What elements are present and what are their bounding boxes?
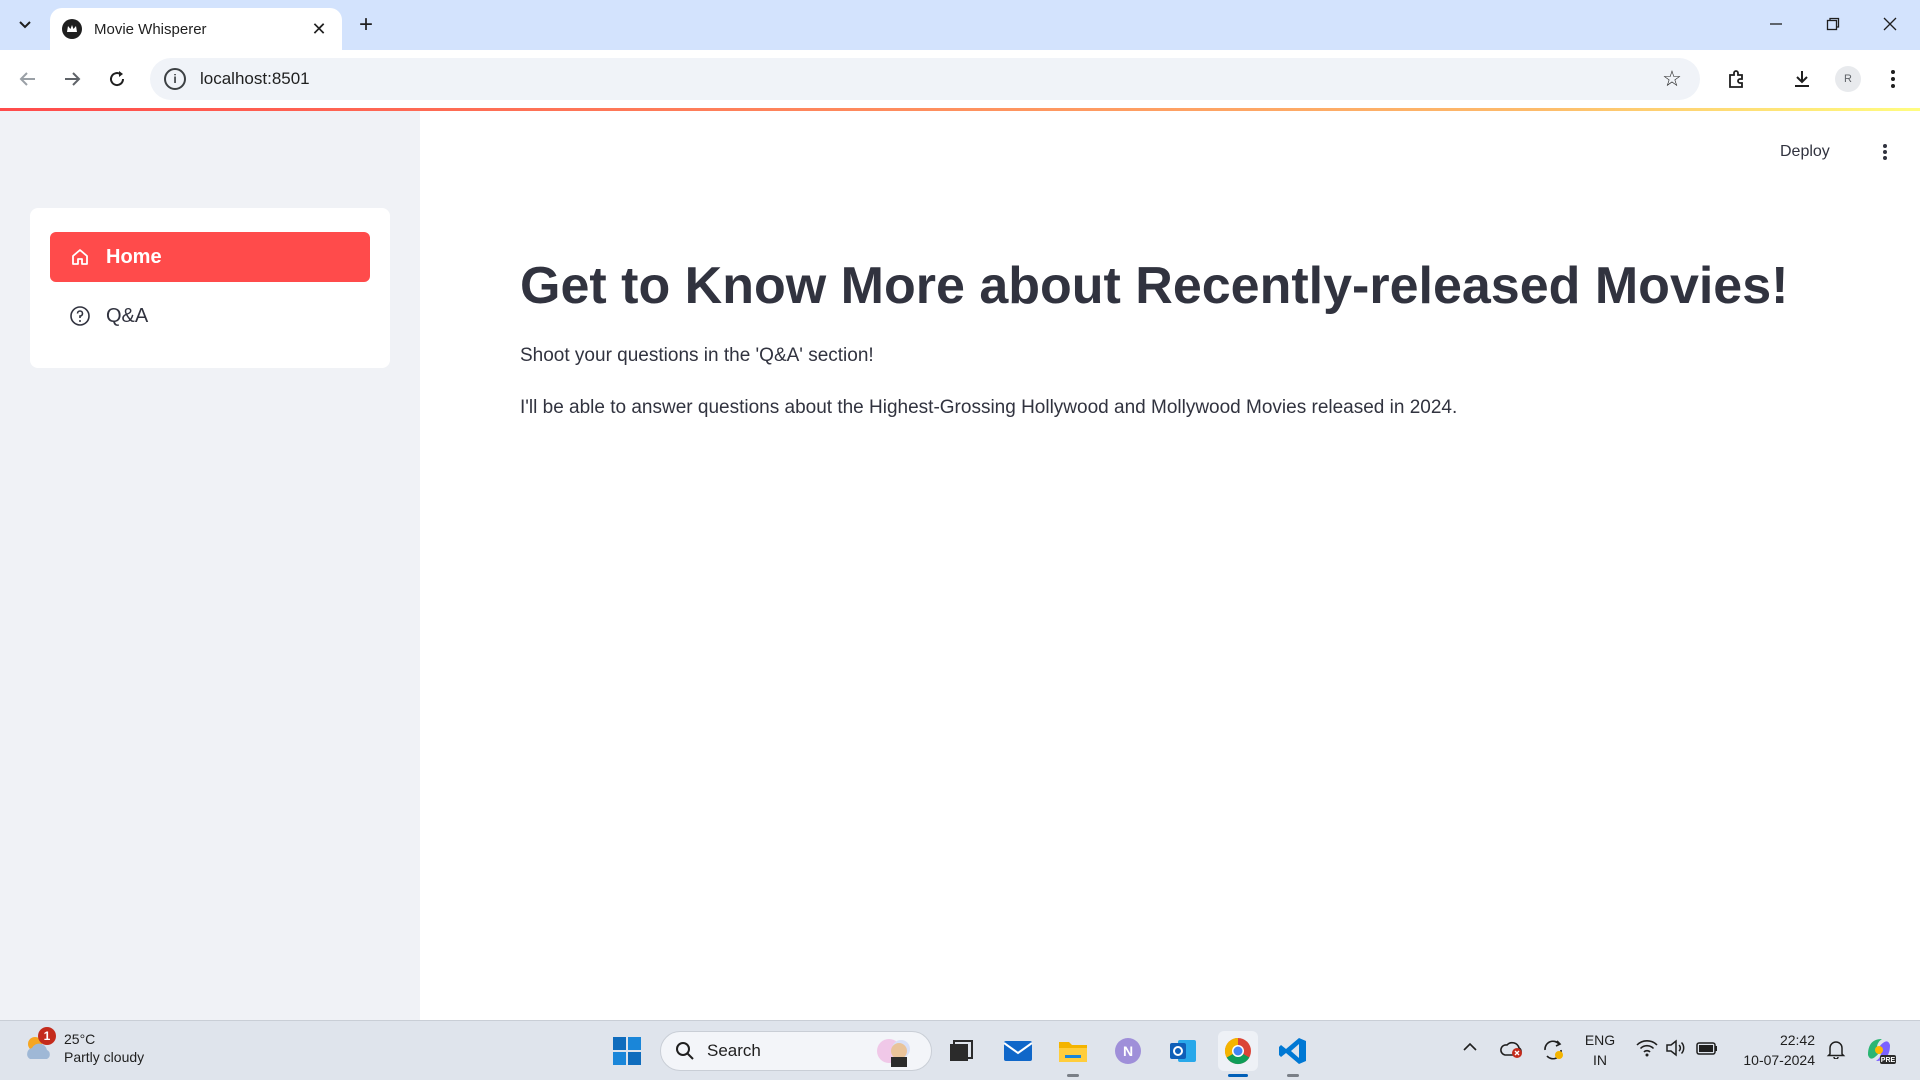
sidebar-item-home[interactable]: Home [50,232,370,282]
file-explorer-app[interactable] [1053,1031,1093,1077]
vscode-icon [1279,1038,1306,1064]
search-label: Search [707,1041,761,1060]
forward-button[interactable] [54,61,90,97]
browser-menu-icon[interactable] [1875,61,1911,97]
arrow-right-icon [65,72,81,86]
sidebar-item-label: Q&A [106,304,149,327]
running-indicator [1067,1074,1079,1077]
weather-temp: 25°C [64,1031,96,1047]
site-info-icon[interactable]: i [164,68,186,90]
onenote-icon: N [1115,1038,1141,1064]
copilot-icon[interactable]: PRE [1862,1033,1896,1071]
active-indicator [1228,1074,1248,1077]
browser-tab-strip: Movie Whisperer ✕ + [0,0,1920,50]
extensions-icon[interactable] [1718,61,1754,97]
taskbar-search[interactable]: Search [660,1031,932,1071]
sidebar: Home Q&A [0,111,420,1020]
mail-app[interactable] [998,1031,1038,1071]
outlook-app[interactable] [1163,1031,1203,1071]
tab-search-button[interactable] [8,8,42,42]
mail-icon [1003,1041,1033,1061]
description-paragraph: I'll be able to answer questions about t… [520,397,1458,418]
chrome-app[interactable] [1218,1031,1258,1077]
lang-bottom: IN [1593,1052,1607,1068]
restore-button[interactable] [1805,6,1861,42]
close-window-button[interactable] [1862,6,1918,42]
page-title: Get to Know More about Recently-released… [520,257,1789,315]
onenote-app[interactable]: N [1108,1031,1148,1071]
browser-tab[interactable]: Movie Whisperer ✕ [50,8,342,50]
main-content: Deploy Get to Know More about Recently-r… [420,111,1920,1020]
chrome-icon [1224,1037,1251,1065]
url-text[interactable]: localhost:8501 [200,69,1654,89]
tab-title: Movie Whisperer [94,20,207,38]
battery-icon[interactable] [1695,1039,1719,1061]
sidebar-nav-menu: Home Q&A [30,208,390,368]
folder-icon [1059,1042,1087,1062]
search-highlight-icon [877,1039,910,1067]
home-icon [68,245,92,269]
windows-taskbar: 1 25°C Partly cloudy Search N ENG IN 22:… [0,1020,1920,1080]
avatar: R [1835,66,1861,92]
address-bar[interactable]: i localhost:8501 ☆ [150,58,1700,100]
svg-text:PRE: PRE [1881,1057,1896,1064]
arrow-left-icon [19,72,35,86]
lang-top: ENG [1584,1032,1616,1048]
new-tab-button[interactable]: + [352,11,380,39]
intro-paragraph: Shoot your questions in the 'Q&A' sectio… [520,345,874,366]
sidebar-item-label: Home [106,245,162,268]
restore-icon [1826,17,1840,31]
chevron-down-icon [19,21,31,29]
running-indicator [1287,1074,1299,1077]
crown-icon [62,19,82,39]
close-tab-icon[interactable]: ✕ [308,18,330,40]
notification-badge: 1 [38,1027,56,1045]
clock-time: 22:42 [1779,1032,1815,1048]
deploy-button[interactable]: Deploy [1780,143,1830,161]
help-circle-icon [68,304,92,328]
back-button[interactable] [10,61,46,97]
search-icon [676,1042,694,1060]
weather-desc: Partly cloudy [64,1049,145,1065]
close-icon [1883,17,1897,31]
outlook-icon [1170,1040,1196,1062]
download-icon[interactable] [1784,61,1820,97]
reload-icon [110,71,125,87]
chevron-up-icon [1463,1042,1477,1051]
reload-button[interactable] [99,61,135,97]
minimize-button[interactable] [1748,6,1804,42]
partly-cloudy-icon: 1 [22,1027,56,1065]
svg-text:N: N [1123,1043,1133,1059]
sidebar-item-qa[interactable]: Q&A [50,291,370,341]
wifi-icon[interactable] [1636,1039,1658,1061]
start-button[interactable] [607,1031,647,1071]
task-view-icon [950,1040,973,1061]
volume-icon[interactable] [1665,1039,1687,1061]
notifications-bell-icon[interactable] [1826,1039,1846,1063]
input-language-indicator[interactable]: ENG IN [1580,1030,1620,1070]
vscode-app[interactable] [1273,1031,1313,1077]
windows-logo-icon [613,1037,641,1065]
system-clock[interactable]: 22:42 10-07-2024 [1735,1030,1815,1070]
profile-button[interactable]: R [1830,61,1866,97]
app-menu-icon[interactable] [1870,137,1900,167]
show-hidden-icons[interactable] [1462,1039,1478,1059]
browser-toolbar: i localhost:8501 ☆ R [0,50,1920,108]
clock-date: 10-07-2024 [1743,1052,1815,1068]
weather-widget[interactable]: 1 25°C Partly cloudy [22,1027,145,1066]
sync-icon[interactable] [1541,1039,1565,1065]
task-view-button[interactable] [941,1031,981,1071]
minimize-icon [1770,23,1782,25]
cloud-sync-icon[interactable] [1500,1039,1524,1063]
bookmark-star-icon[interactable]: ☆ [1654,61,1690,97]
